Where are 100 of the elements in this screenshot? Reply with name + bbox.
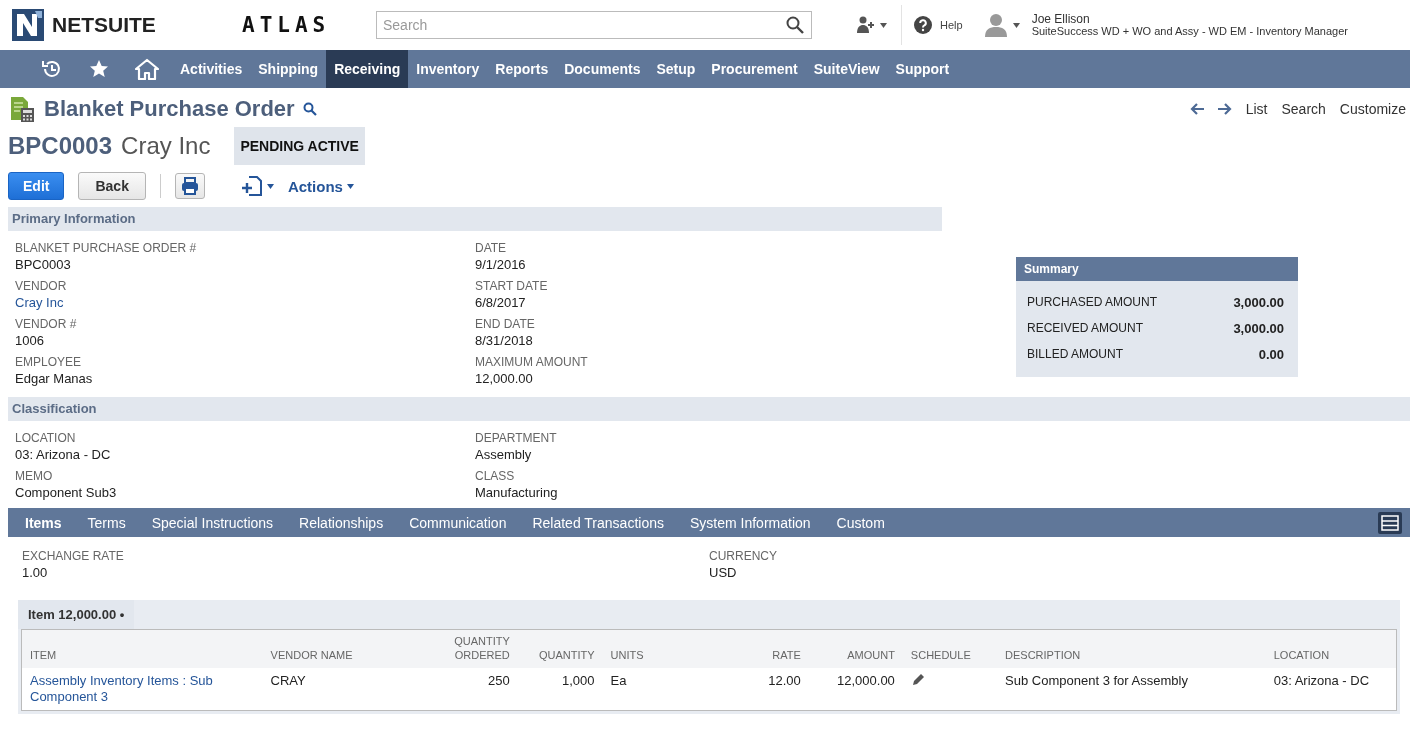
- field-value: Edgar Manas: [15, 371, 94, 387]
- nav-menu-item[interactable]: Support: [887, 50, 958, 88]
- field-value: USD: [709, 565, 738, 581]
- home-icon[interactable]: [135, 58, 159, 80]
- column-header: VENDOR NAME: [262, 630, 411, 668]
- person-shortcut-icon[interactable]: [856, 16, 876, 34]
- list-view-button[interactable]: [1378, 511, 1402, 534]
- nav-menu-item[interactable]: Receiving: [326, 50, 409, 88]
- field-value: BPC0003: [15, 257, 72, 273]
- user-role: SuiteSuccess WD + WO and Assy - WD EM - Inventory Manager: [1031, 25, 1348, 37]
- add-document-icon[interactable]: [240, 176, 263, 196]
- summary-label: BILLED AMOUNT: [1027, 347, 1124, 363]
- field-value: 1006: [15, 333, 45, 349]
- field-value: 1.00: [22, 565, 49, 581]
- user-name: Joe Ellison: [1031, 13, 1091, 25]
- field-label: VENDOR #: [15, 317, 78, 331]
- summary-value: 3,000.00: [1233, 295, 1284, 312]
- field-label: END DATE: [475, 317, 536, 331]
- table-cell: 250: [410, 668, 518, 710]
- field-label: START DATE: [475, 279, 549, 293]
- nav-menu-item[interactable]: Documents: [556, 50, 649, 88]
- column-header: DESCRIPTION: [997, 630, 1266, 668]
- field-label: DEPARTMENT: [475, 431, 558, 445]
- back-arrow-icon[interactable]: [1189, 103, 1204, 115]
- actions-menu[interactable]: Actions: [287, 177, 343, 195]
- field-label: MAXIMUM AMOUNT: [475, 355, 589, 369]
- record-type-title: Blanket Purchase Order: [44, 96, 295, 122]
- column-header: AMOUNT: [808, 630, 903, 668]
- field-value: 6/8/2017: [475, 295, 527, 311]
- help-link[interactable]: Help: [940, 19, 963, 31]
- logo-text: NETSUITE: [52, 13, 156, 37]
- table-cell: 1,000: [517, 668, 603, 710]
- header-link[interactable]: List: [1245, 101, 1268, 117]
- back-button[interactable]: Back: [78, 172, 146, 200]
- user-avatar-icon[interactable]: [982, 13, 1009, 37]
- field-label: VENDOR: [15, 279, 68, 293]
- field-value: Manufacturing: [475, 485, 559, 501]
- subtab[interactable]: Communication: [396, 514, 520, 531]
- item-link[interactable]: Assembly Inventory Items : Sub Component 3: [22, 668, 263, 710]
- subtab[interactable]: Special Instructions: [138, 514, 287, 531]
- table-cell: CRAY: [262, 668, 411, 710]
- subtab[interactable]: Terms: [74, 514, 139, 531]
- subtab[interactable]: Custom: [823, 514, 898, 531]
- search-field[interactable]: Search: [376, 11, 812, 39]
- search-icon[interactable]: [302, 102, 317, 116]
- nav-menu-item[interactable]: Reports: [487, 50, 557, 88]
- help-icon[interactable]: [914, 16, 932, 34]
- nav-menu-item[interactable]: Shipping: [250, 50, 327, 88]
- subtab[interactable]: System Information: [676, 514, 824, 531]
- field-link[interactable]: Cray Inc: [15, 295, 475, 311]
- header-link[interactable]: Customize: [1339, 101, 1406, 117]
- field-label: DATE: [475, 241, 508, 255]
- nav-menu-item[interactable]: Inventory: [408, 50, 488, 88]
- sublist-tab[interactable]: Item 12,000.00 •: [18, 600, 135, 629]
- nav-menu-item[interactable]: SuiteView: [805, 50, 888, 88]
- table-cell: Sub Component 3 for Assembly: [997, 668, 1266, 710]
- nav-menu-item[interactable]: Setup: [648, 50, 704, 88]
- summary-label: RECEIVED AMOUNT: [1027, 321, 1143, 337]
- brand-text: ATLAS: [242, 13, 332, 37]
- forward-arrow-icon[interactable]: [1217, 103, 1232, 115]
- status-label: PENDING ACTIVE: [234, 127, 365, 165]
- field-value: 12,000.00: [475, 371, 534, 387]
- field-value: 8/31/2018: [475, 333, 534, 349]
- column-header: QUANTITY ORDERED: [410, 630, 518, 668]
- field-label: BLANKET PURCHASE ORDER #: [15, 241, 198, 255]
- list-icon: [1381, 514, 1399, 531]
- caret-icon: [346, 183, 354, 189]
- nav-menu-item[interactable]: Activities: [172, 50, 251, 88]
- record-number: BPC0003: [8, 132, 113, 160]
- section-header: Classification: [8, 397, 1410, 421]
- caret-icon: [1012, 22, 1020, 28]
- print-button[interactable]: [174, 173, 205, 199]
- column-header: RATE: [726, 630, 809, 668]
- field-value: Component Sub3: [15, 485, 118, 501]
- subtab[interactable]: Relationships: [286, 514, 397, 531]
- star-icon[interactable]: [89, 59, 109, 79]
- edit-button[interactable]: Edit: [8, 172, 65, 200]
- field-value: 9/1/2016: [475, 257, 527, 273]
- caret-icon: [880, 22, 887, 28]
- pencil-icon[interactable]: [910, 673, 925, 687]
- field-label: EXCHANGE RATE: [22, 549, 125, 563]
- printer-icon: [180, 177, 199, 195]
- column-header: SCHEDULE: [902, 630, 998, 668]
- table-cell: 12.00: [726, 668, 809, 710]
- column-header: QUANTITY: [517, 630, 603, 668]
- subtab[interactable]: Related Transactions: [519, 514, 677, 531]
- field-label: CLASS: [475, 469, 516, 483]
- section-header: Primary Information: [8, 207, 942, 231]
- header-link[interactable]: Search: [1281, 101, 1326, 117]
- summary-value: 3,000.00: [1233, 321, 1284, 338]
- record-vendor-name: Cray Inc: [121, 132, 211, 160]
- column-header: ITEM: [22, 630, 263, 668]
- table-cell: Ea: [602, 668, 727, 710]
- column-header: LOCATION: [1265, 630, 1396, 668]
- summary-value: 0.00: [1258, 347, 1284, 364]
- table-cell: 12,000.00: [808, 668, 903, 710]
- history-icon[interactable]: [41, 58, 63, 80]
- field-label: LOCATION: [15, 431, 77, 445]
- nav-menu-item[interactable]: Procurement: [703, 50, 806, 88]
- subtab[interactable]: Items: [12, 514, 75, 531]
